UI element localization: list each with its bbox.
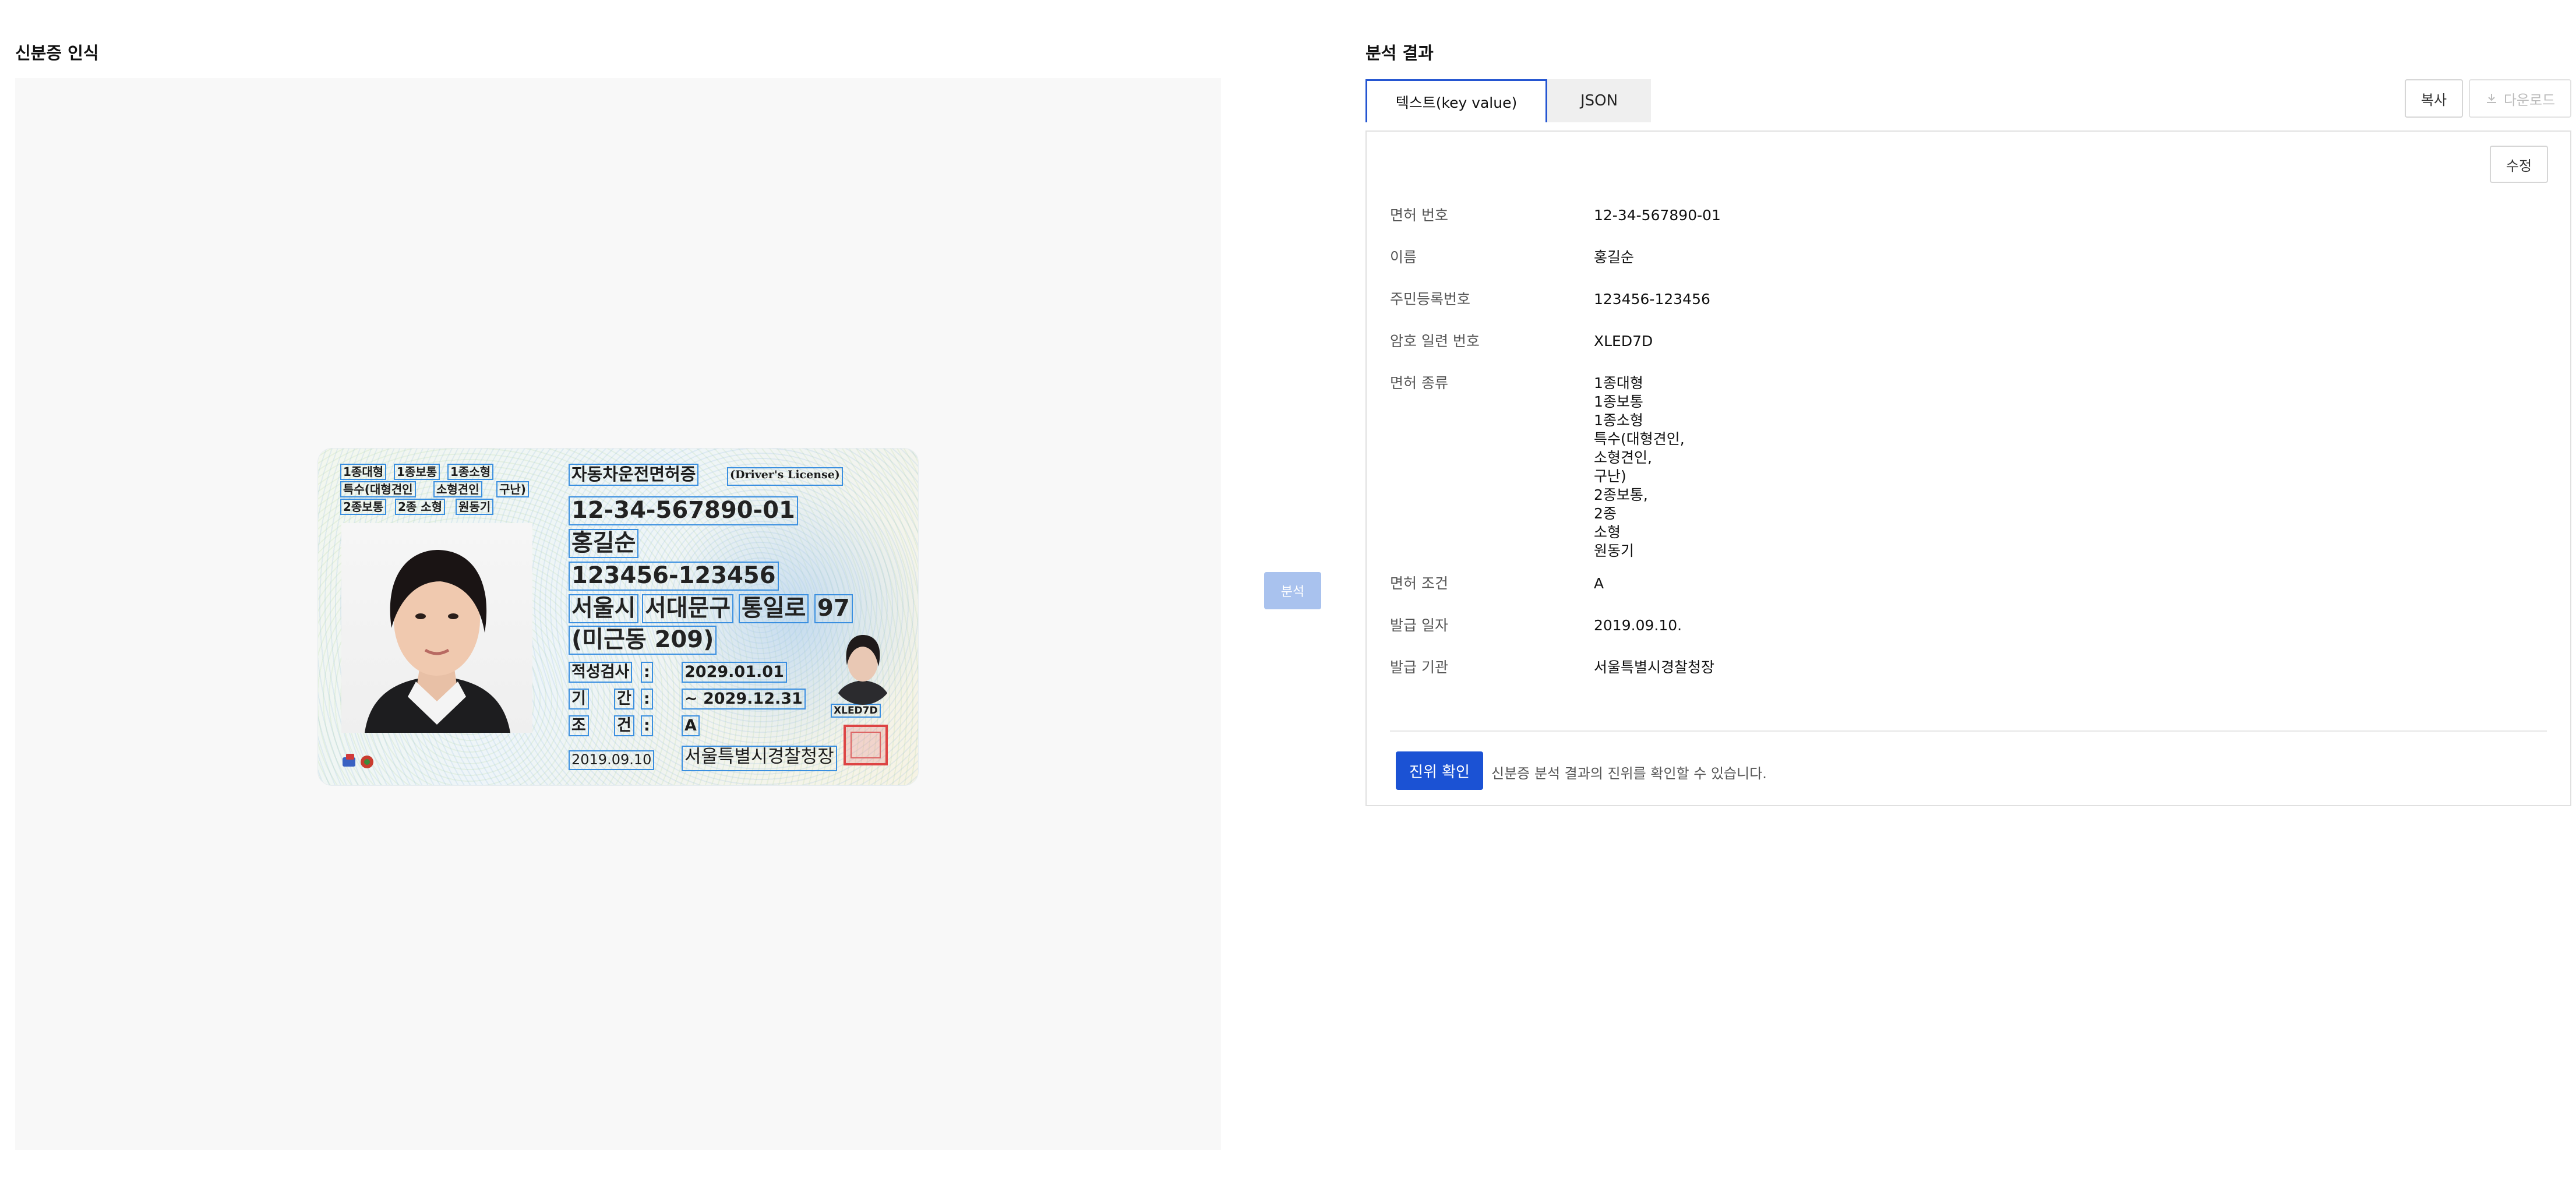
ocr-colon: : <box>641 689 653 710</box>
result-panel: 수정 면허 번호 12-34-567890-01 이름 홍길순 주민등록번호 1… <box>1365 130 2571 806</box>
ocr-condition-label: 조 <box>569 715 589 736</box>
ocr-license-type: 1종대형 <box>340 464 387 480</box>
field-key: 발급 기관 <box>1390 659 1448 676</box>
ocr-license-type: 2종 소형 <box>395 499 446 515</box>
right-section-title: 분석 결과 <box>1365 43 1434 63</box>
copy-button[interactable]: 복사 <box>2405 79 2463 118</box>
ocr-issue-date: 2019.09.10 <box>569 750 655 770</box>
ocr-license-type: 구난) <box>496 481 529 497</box>
field-value: XLED7D <box>1594 333 1653 350</box>
copy-button-label: 복사 <box>2420 91 2447 108</box>
field-value: 2019.09.10. <box>1594 617 1682 634</box>
ocr-address-line2: (미근동 209) <box>569 626 717 655</box>
ocr-address-part: 서울시 <box>569 594 639 623</box>
edit-button[interactable]: 수정 <box>2490 146 2548 183</box>
ocr-license-type: 특수(대형견인 <box>340 481 416 497</box>
emblem-icon <box>343 754 373 768</box>
official-seal-stamp <box>844 725 888 765</box>
ocr-period-value: ~ 2029.12.31 <box>682 689 806 710</box>
field-value: 서울특별시경찰청장 <box>1594 659 1715 676</box>
analyze-button[interactable]: 분석 <box>1264 572 1321 609</box>
field-value: 123456-123456 <box>1594 291 1710 308</box>
ocr-resident-number: 123456-123456 <box>569 562 779 591</box>
field-value: 12-34-567890-01 <box>1594 207 1721 224</box>
id-card-image: 1종대형 1종보통 1종소형 특수(대형견인 소형견인 구난) 2종보통 2종 … <box>318 449 918 785</box>
ocr-colon: : <box>641 662 653 683</box>
portrait-photo <box>341 523 532 733</box>
field-key: 면허 번호 <box>1390 207 1448 224</box>
field-key: 주민등록번호 <box>1390 291 1471 308</box>
tab-text-key-value[interactable]: 텍스트(key value) <box>1365 79 1547 122</box>
field-value: 1종대형 1종보통 1종소형 특수(대형견인, 소형견인, 구난) 2종보통, … <box>1594 375 1685 559</box>
ocr-license-type: 1종소형 <box>447 464 494 480</box>
download-button[interactable]: 다운로드 <box>2469 79 2571 118</box>
field-key: 이름 <box>1390 249 1417 266</box>
ocr-license-type: 원동기 <box>456 499 494 515</box>
ocr-address-part: 97 <box>814 594 853 623</box>
ocr-card-title-en: (Driver's License) <box>727 467 843 486</box>
ghost-portrait-photo <box>831 623 895 705</box>
field-value: A <box>1594 575 1604 592</box>
field-key: 면허 종류 <box>1390 375 1448 391</box>
field-key: 면허 조건 <box>1390 575 1448 592</box>
ocr-license-number: 12-34-567890-01 <box>569 496 798 525</box>
ocr-license-type: 소형견인 <box>433 481 482 497</box>
download-icon <box>2486 94 2496 103</box>
ocr-address-part: 통일로 <box>739 594 809 623</box>
ocr-issuer: 서울특별시경찰청장 <box>682 746 837 771</box>
verify-authenticity-button[interactable]: 진위 확인 <box>1396 751 1483 790</box>
tab-json[interactable]: JSON <box>1547 79 1651 122</box>
ocr-name: 홍길순 <box>569 529 639 558</box>
left-section-title: 신분증 인식 <box>15 43 99 63</box>
field-value: 홍길순 <box>1594 249 1635 266</box>
ocr-address-part: 서대문구 <box>642 594 734 623</box>
image-preview-panel: 1종대형 1종보통 1종소형 특수(대형견인 소형견인 구난) 2종보통 2종 … <box>15 78 1221 1150</box>
ocr-license-type: 2종보통 <box>340 499 387 515</box>
ocr-condition-label: 건 <box>614 715 634 736</box>
verify-description: 신분증 분석 결과의 진위를 확인할 수 있습니다. <box>1491 765 1767 782</box>
divider <box>1390 730 2547 732</box>
ocr-aptitude-date: 2029.01.01 <box>682 662 787 683</box>
ocr-condition-value: A <box>682 715 700 736</box>
ocr-card-title: 자동차운전면허증 <box>569 464 699 486</box>
ocr-period-label: 간 <box>614 689 634 710</box>
ocr-period-label: 기 <box>569 689 589 710</box>
ocr-serial: XLED7D <box>831 704 881 718</box>
download-button-label: 다운로드 <box>2503 91 2556 108</box>
field-key: 암호 일련 번호 <box>1390 333 1480 350</box>
field-key: 발급 일자 <box>1390 617 1448 634</box>
ocr-colon: : <box>641 715 653 736</box>
ocr-license-type: 1종보통 <box>394 464 440 480</box>
ocr-aptitude-label: 적성검사 <box>569 662 633 683</box>
